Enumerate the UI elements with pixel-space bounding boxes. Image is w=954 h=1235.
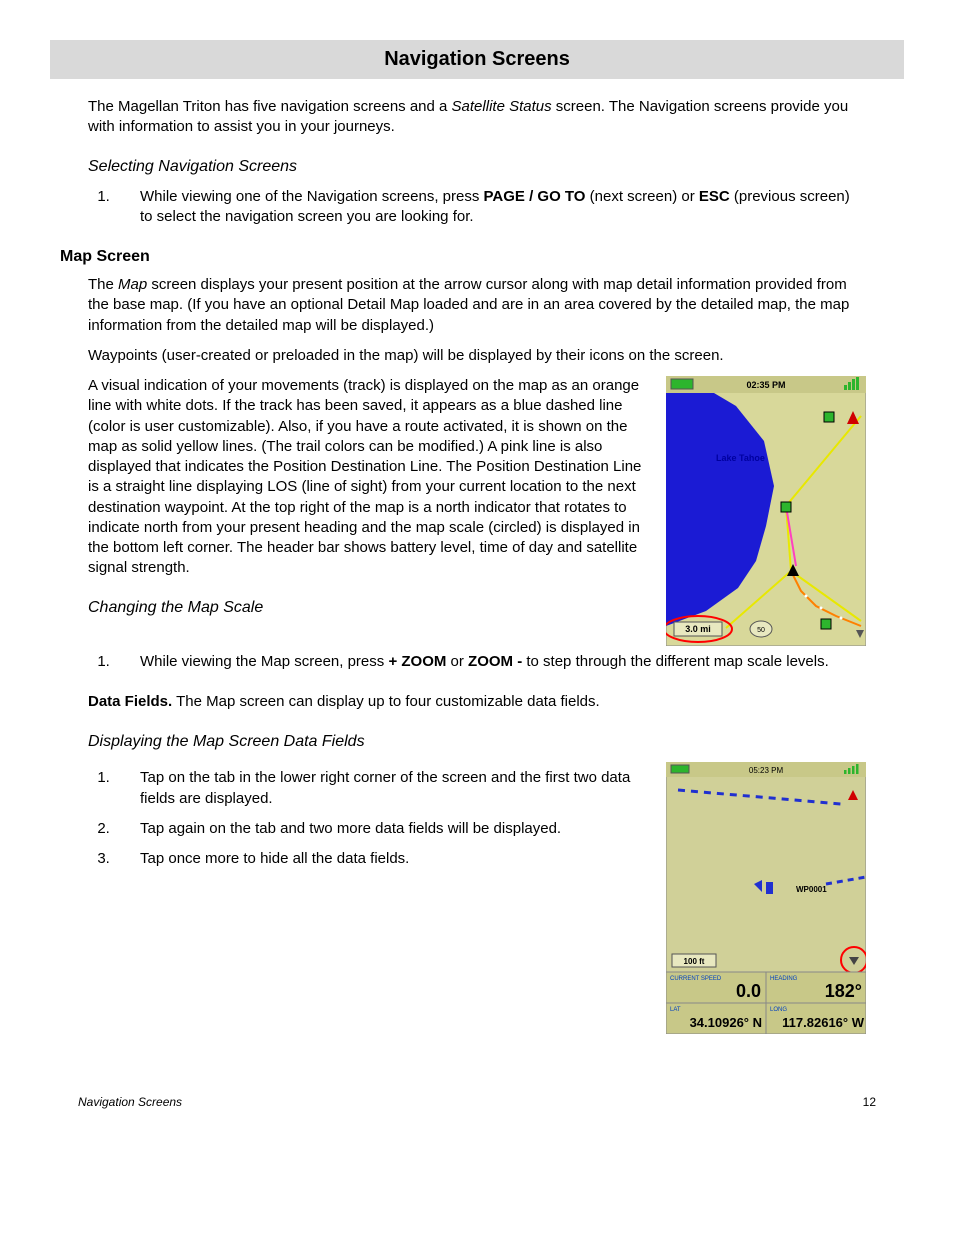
fig2-wp-label: WP0001: [796, 885, 827, 894]
fig2-long-val: 117.82616° W: [782, 1015, 865, 1030]
selecting-nav-list: While viewing one of the Navigation scre…: [114, 187, 866, 228]
intro-paragraph: The Magellan Triton has five navigation …: [88, 97, 866, 138]
fig1-time: 02:35 PM: [746, 380, 785, 390]
svg-text:50: 50: [757, 627, 765, 634]
map-paragraph-1: The Map screen displays your present pos…: [88, 275, 866, 336]
page-content: The Magellan Triton has five navigation …: [60, 97, 894, 1034]
map-row: A visual indication of your movements (t…: [88, 376, 866, 646]
page-title-bar: Navigation Screens: [50, 40, 904, 79]
map-paragraph-3: A visual indication of your movements (t…: [88, 376, 648, 579]
list-item: Tap once more to hide all the data field…: [114, 849, 648, 869]
footer-section: Navigation Screens: [78, 1094, 182, 1110]
section-selecting-nav: Selecting Navigation Screens: [88, 156, 866, 178]
page-title: Navigation Screens: [384, 48, 570, 70]
fig2-heading-label: HEADING: [770, 976, 798, 982]
figure-map-screen: 02:35 PM Lake Tahoe 3.0 mi: [666, 376, 866, 646]
changing-scale-list: While viewing the Map screen, press + ZO…: [114, 652, 866, 672]
map-text-col: A visual indication of your movements (t…: [88, 376, 648, 628]
section-changing-scale: Changing the Map Scale: [88, 597, 648, 619]
fig2-long-label: LONG: [770, 1007, 787, 1013]
list-item: Tap on the tab in the lower right corner…: [114, 768, 648, 809]
fig2-lat-val: 34.10926° N: [690, 1015, 762, 1030]
list-item: While viewing one of the Navigation scre…: [114, 187, 866, 228]
displaying-fields-list: Tap on the tab in the lower right corner…: [114, 768, 648, 869]
map-paragraph-2: Waypoints (user-created or preloaded in …: [88, 346, 866, 366]
page-footer: Navigation Screens 12: [60, 1094, 894, 1110]
footer-page-number: 12: [863, 1094, 876, 1110]
fig2-heading-val: 182°: [825, 981, 862, 1001]
list-item: Tap again on the tab and two more data f…: [114, 819, 648, 839]
display-text-col: Tap on the tab in the lower right corner…: [88, 762, 648, 883]
fig2-scale: 100 ft: [684, 957, 705, 966]
section-displaying-fields: Displaying the Map Screen Data Fields: [88, 731, 866, 753]
fig2-time: 05:23 PM: [749, 766, 784, 775]
section-map-screen: Map Screen: [60, 246, 866, 268]
fig1-scale: 3.0 mi: [685, 624, 711, 634]
figure-data-fields: 05:23 PM WP0001 100 ft: [666, 762, 866, 1034]
fig2-speed-label: CURRENT SPEED: [670, 976, 722, 982]
data-fields-paragraph: Data Fields. The Map screen can display …: [88, 692, 866, 712]
display-row: Tap on the tab in the lower right corner…: [88, 762, 866, 1034]
fig1-lake-label: Lake Tahoe: [716, 453, 765, 463]
fig2-lat-label: LAT: [670, 1007, 681, 1013]
list-item: While viewing the Map screen, press + ZO…: [114, 652, 866, 672]
fig2-speed-val: 0.0: [736, 981, 761, 1001]
